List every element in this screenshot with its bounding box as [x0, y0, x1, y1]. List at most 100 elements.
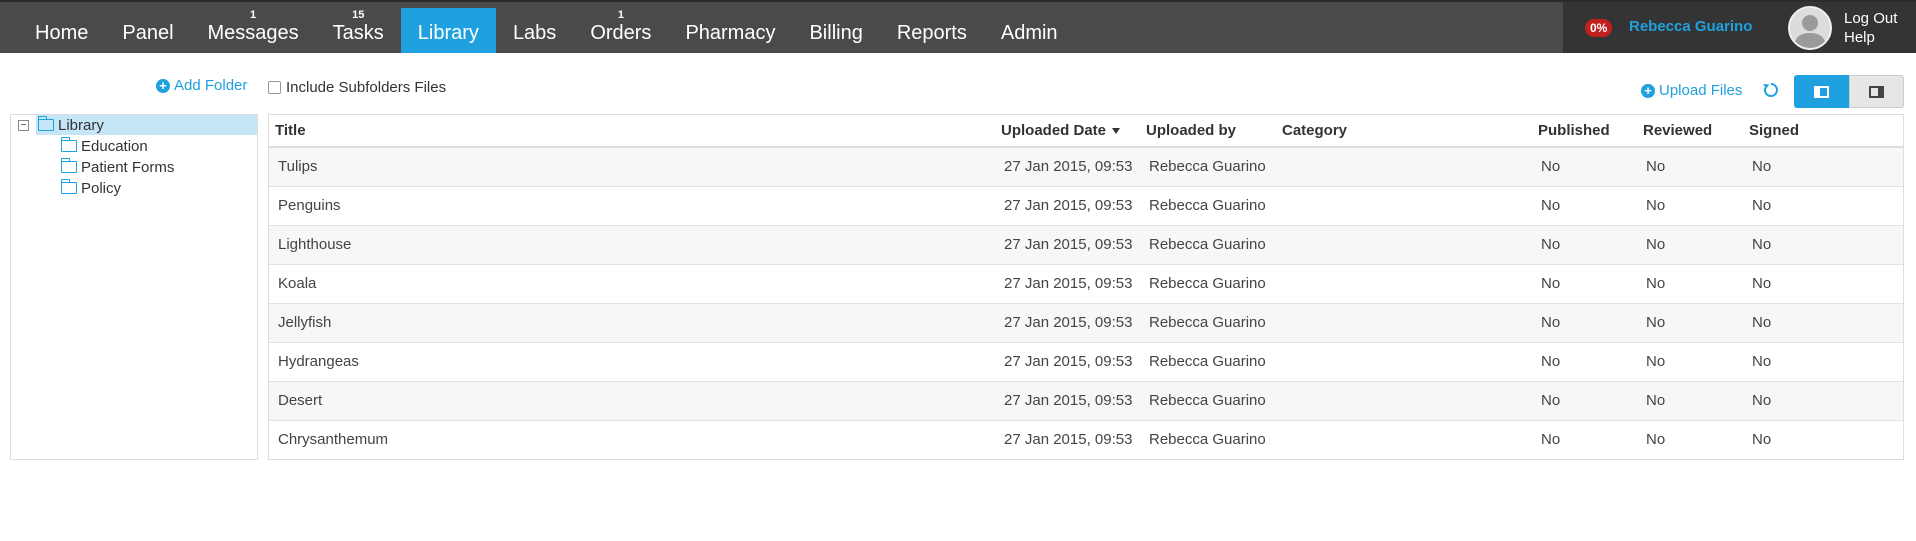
cell-reviewed: No — [1646, 158, 1666, 175]
nav-label: Tasks — [332, 22, 384, 44]
nav-label: Panel — [122, 22, 174, 44]
cell-uploaded-by: Rebecca Guarino — [1149, 314, 1266, 331]
panel-left-icon — [1814, 85, 1829, 98]
sort-desc-icon — [1112, 128, 1121, 135]
column-header-signed[interactable]: Signed — [1749, 122, 1799, 139]
collapse-icon[interactable]: − — [18, 120, 29, 131]
table-row[interactable]: Chrysanthemum 27 Jan 2015, 09:53 Rebecca… — [269, 421, 1903, 460]
cell-published: No — [1541, 392, 1561, 409]
view-right-panel-button[interactable] — [1849, 75, 1904, 108]
nav-admin[interactable]: Admin — [984, 8, 1075, 53]
column-header-title[interactable]: Title — [275, 122, 306, 139]
nav-billing[interactable]: Billing — [792, 8, 879, 53]
nav-panel[interactable]: Panel — [105, 8, 190, 53]
tree-item-label: Library — [58, 116, 104, 134]
cell-title: Desert — [278, 392, 323, 409]
cell-uploaded-by: Rebecca Guarino — [1149, 158, 1266, 175]
cell-uploaded-by: Rebecca Guarino — [1149, 236, 1266, 253]
tree-item-policy[interactable]: Policy — [60, 178, 121, 198]
tree-item-education[interactable]: Education — [60, 136, 148, 156]
cell-date: 27 Jan 2015, 09:53 — [1004, 353, 1133, 370]
nav-orders[interactable]: 1 Orders — [573, 8, 668, 53]
cell-date: 27 Jan 2015, 09:53 — [1004, 392, 1133, 409]
user-name-link[interactable]: Rebecca Guarino — [1629, 18, 1752, 35]
add-folder-label: Add Folder — [174, 77, 248, 94]
cell-title: Hydrangeas — [278, 353, 359, 370]
nav-label: Messages — [207, 22, 299, 44]
column-header-uploaded-by[interactable]: Uploaded by — [1146, 122, 1236, 139]
cell-date: 27 Jan 2015, 09:53 — [1004, 431, 1133, 448]
cell-published: No — [1541, 275, 1561, 292]
cell-published: No — [1541, 236, 1561, 253]
add-folder-button[interactable]: + Add Folder — [156, 77, 247, 94]
include-subfolders-checkbox[interactable] — [268, 81, 281, 94]
column-header-reviewed[interactable]: Reviewed — [1643, 122, 1712, 139]
plus-circle-icon: + — [1641, 83, 1655, 98]
column-header-uploaded-date[interactable]: Uploaded Date — [1001, 122, 1121, 139]
user-panel: 0% Rebecca Guarino Log Out Help — [1563, 2, 1916, 53]
files-table: Title Uploaded Date Uploaded by Category… — [268, 114, 1904, 460]
cell-title: Penguins — [278, 197, 341, 214]
user-links: Log Out Help — [1844, 9, 1897, 47]
cell-signed: No — [1752, 431, 1772, 448]
logout-link[interactable]: Log Out — [1844, 9, 1897, 28]
cell-published: No — [1541, 158, 1561, 175]
table-header: Title Uploaded Date Uploaded by Category… — [269, 115, 1903, 148]
upload-files-button[interactable]: + Upload Files — [1641, 82, 1742, 99]
top-nav-bar: Home Panel 1 Messages 15 Tasks Library Lab… — [0, 0, 1916, 53]
cell-date: 27 Jan 2015, 09:53 — [1004, 197, 1133, 214]
nav-label: Home — [35, 22, 89, 44]
nav-pharmacy[interactable]: Pharmacy — [668, 8, 792, 53]
table-row[interactable]: Jellyfish 27 Jan 2015, 09:53 Rebecca Gua… — [269, 304, 1903, 343]
cell-signed: No — [1752, 275, 1772, 292]
panel-right-icon — [1869, 85, 1884, 98]
cell-title: Tulips — [278, 158, 318, 175]
refresh-icon[interactable] — [1762, 81, 1780, 99]
cell-uploaded-by: Rebecca Guarino — [1149, 431, 1266, 448]
cell-reviewed: No — [1646, 431, 1666, 448]
nav-label: Library — [417, 22, 479, 44]
cell-reviewed: No — [1646, 275, 1666, 292]
include-subfolders-option[interactable]: Include Subfolders Files — [268, 79, 446, 96]
tree-item-label: Education — [81, 137, 148, 155]
table-row[interactable]: Koala 27 Jan 2015, 09:53 Rebecca Guarino… — [269, 265, 1903, 304]
cell-title: Koala — [278, 275, 317, 292]
cell-title: Jellyfish — [278, 314, 332, 331]
table-row[interactable]: Desert 27 Jan 2015, 09:53 Rebecca Guarin… — [269, 382, 1903, 421]
tree-item-label: Patient Forms — [81, 158, 175, 176]
nav-tasks[interactable]: 15 Tasks — [316, 8, 401, 53]
cell-published: No — [1541, 353, 1561, 370]
avatar[interactable] — [1788, 6, 1832, 50]
table-row[interactable]: Tulips 27 Jan 2015, 09:53 Rebecca Guarin… — [269, 148, 1903, 187]
folder-tree: − Library Education Patient Forms Policy — [10, 114, 258, 460]
cell-title: Lighthouse — [278, 236, 352, 253]
cell-reviewed: No — [1646, 314, 1666, 331]
main-nav: Home Panel 1 Messages 15 Tasks Library Lab… — [18, 8, 1075, 55]
cell-uploaded-by: Rebecca Guarino — [1149, 197, 1266, 214]
nav-badge: 15 — [352, 9, 365, 21]
nav-reports[interactable]: Reports — [880, 8, 984, 53]
column-header-category[interactable]: Category — [1282, 122, 1347, 139]
cell-reviewed: No — [1646, 236, 1666, 253]
nav-home[interactable]: Home — [18, 8, 105, 53]
table-row[interactable]: Penguins 27 Jan 2015, 09:53 Rebecca Guar… — [269, 187, 1903, 226]
table-row[interactable]: Hydrangeas 27 Jan 2015, 09:53 Rebecca Gu… — [269, 343, 1903, 382]
table-row[interactable]: Lighthouse 27 Jan 2015, 09:53 Rebecca Gu… — [269, 226, 1903, 265]
help-link[interactable]: Help — [1844, 28, 1897, 47]
cell-published: No — [1541, 431, 1561, 448]
cell-signed: No — [1752, 197, 1772, 214]
column-header-label: Uploaded Date — [1001, 122, 1107, 139]
nav-badge: 1 — [250, 9, 257, 21]
folder-icon — [60, 158, 77, 173]
tree-item-library[interactable]: Library — [36, 115, 257, 135]
nav-messages[interactable]: 1 Messages — [191, 8, 316, 53]
folder-open-icon — [37, 116, 54, 131]
nav-library[interactable]: Library — [400, 8, 496, 53]
upload-files-label: Upload Files — [1659, 82, 1743, 99]
cell-date: 27 Jan 2015, 09:53 — [1004, 158, 1133, 175]
nav-labs[interactable]: Labs — [496, 8, 573, 53]
cell-published: No — [1541, 314, 1561, 331]
column-header-published[interactable]: Published — [1538, 122, 1610, 139]
view-left-panel-button[interactable] — [1794, 75, 1849, 108]
tree-item-patient-forms[interactable]: Patient Forms — [60, 157, 175, 177]
